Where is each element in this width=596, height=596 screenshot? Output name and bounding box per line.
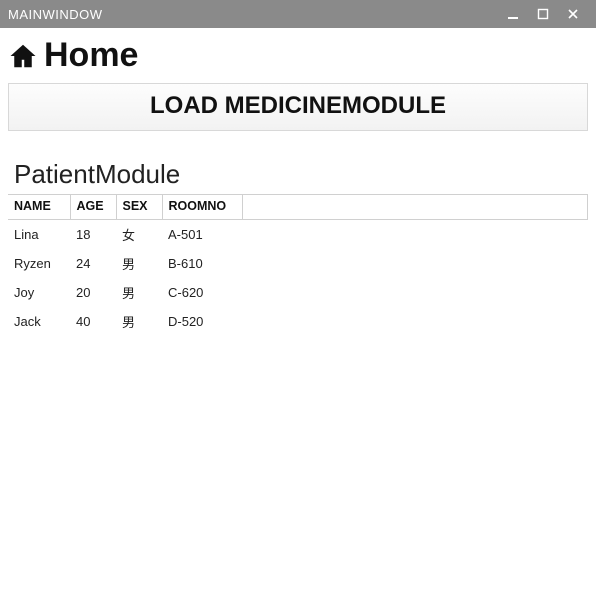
cell-sex: 男 bbox=[116, 278, 162, 307]
cell-age: 24 bbox=[70, 249, 116, 278]
col-filler bbox=[242, 195, 588, 220]
home-icon bbox=[8, 41, 38, 71]
cell-roomno: B-610 bbox=[162, 249, 242, 278]
cell-roomno: D-520 bbox=[162, 307, 242, 336]
minimize-button[interactable] bbox=[498, 0, 528, 28]
cell-name: Jack bbox=[8, 307, 70, 336]
cell-sex: 男 bbox=[116, 249, 162, 278]
table-header-row: NAME AGE SEX ROOMNO bbox=[8, 195, 588, 220]
window-title: MAINWINDOW bbox=[8, 7, 498, 22]
table-row[interactable]: Lina18女A-501 bbox=[8, 220, 588, 250]
home-header: Home bbox=[8, 32, 588, 83]
col-name[interactable]: NAME bbox=[8, 195, 70, 220]
col-age[interactable]: AGE bbox=[70, 195, 116, 220]
cell-age: 20 bbox=[70, 278, 116, 307]
cell-filler bbox=[242, 220, 588, 250]
title-bar: MAINWINDOW bbox=[0, 0, 596, 28]
table-row[interactable]: Jack40男D-520 bbox=[8, 307, 588, 336]
window-controls bbox=[498, 0, 588, 28]
cell-roomno: C-620 bbox=[162, 278, 242, 307]
content-area: Home LOAD MEDICINEMODULE PatientModule N… bbox=[0, 28, 596, 344]
load-medicine-module-button[interactable]: LOAD MEDICINEMODULE bbox=[8, 83, 588, 131]
cell-age: 40 bbox=[70, 307, 116, 336]
col-sex[interactable]: SEX bbox=[116, 195, 162, 220]
cell-name: Lina bbox=[8, 220, 70, 250]
cell-sex: 男 bbox=[116, 307, 162, 336]
cell-sex: 女 bbox=[116, 220, 162, 250]
module-title: PatientModule bbox=[14, 159, 588, 190]
col-roomno[interactable]: ROOMNO bbox=[162, 195, 242, 220]
close-icon bbox=[567, 8, 579, 20]
cell-filler bbox=[242, 307, 588, 336]
maximize-icon bbox=[537, 8, 549, 20]
minimize-icon bbox=[507, 8, 519, 20]
cell-roomno: A-501 bbox=[162, 220, 242, 250]
cell-name: Joy bbox=[8, 278, 70, 307]
cell-filler bbox=[242, 249, 588, 278]
close-button[interactable] bbox=[558, 0, 588, 28]
table-row[interactable]: Joy20男C-620 bbox=[8, 278, 588, 307]
table-row[interactable]: Ryzen24男B-610 bbox=[8, 249, 588, 278]
cell-filler bbox=[242, 278, 588, 307]
cell-name: Ryzen bbox=[8, 249, 70, 278]
page-title: Home bbox=[44, 36, 138, 75]
cell-age: 18 bbox=[70, 220, 116, 250]
patient-grid: NAME AGE SEX ROOMNO Lina18女A-501Ryzen24男… bbox=[8, 194, 588, 336]
maximize-button[interactable] bbox=[528, 0, 558, 28]
